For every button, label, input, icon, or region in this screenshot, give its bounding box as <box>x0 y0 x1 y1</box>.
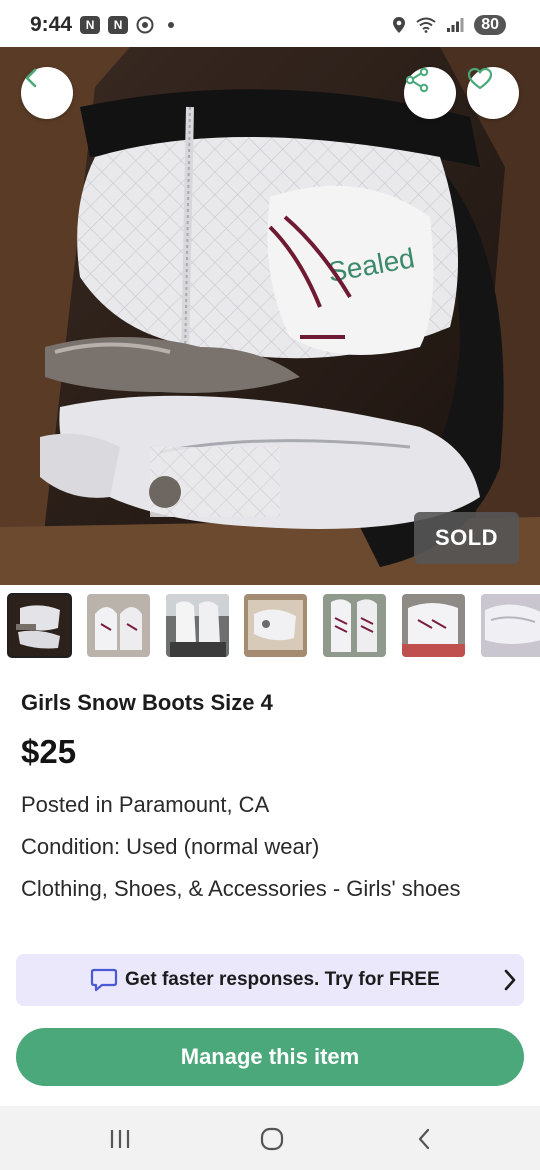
battery-indicator: 80 <box>474 15 506 35</box>
thumbnail-2[interactable] <box>87 594 150 657</box>
chrome-icon <box>136 16 154 34</box>
system-nav-bar <box>0 1106 540 1170</box>
thumbnail-1[interactable] <box>7 593 72 658</box>
status-left: 9:44 N N <box>30 13 175 37</box>
thumbnail-4[interactable] <box>244 594 307 657</box>
status-right: 80 <box>392 15 506 35</box>
thumbnail-5[interactable] <box>323 594 386 657</box>
status-bar: 9:44 N N 80 <box>0 0 540 50</box>
listing-condition: Condition: Used (normal wear) <box>21 834 320 859</box>
favorite-button[interactable] <box>467 67 519 119</box>
recent-apps-button[interactable] <box>100 1124 140 1154</box>
promo-text: Get faster responses. Try for FREE <box>125 969 440 990</box>
recent-apps-icon <box>110 1130 130 1148</box>
chevron-right-icon <box>504 969 516 991</box>
notification-icon: N <box>108 16 129 34</box>
thumbnail-7[interactable] <box>481 594 540 657</box>
home-icon <box>260 1127 284 1151</box>
heart-icon <box>467 67 493 90</box>
listing-title: Girls Snow Boots Size 4 <box>21 690 273 715</box>
listing-location: Posted in Paramount, CA <box>21 792 270 817</box>
back-button[interactable] <box>21 67 73 119</box>
listing-price: $25 <box>21 733 77 770</box>
promo-banner[interactable]: Get faster responses. Try for FREE <box>16 954 524 1006</box>
thumbnail-strip[interactable] <box>0 593 540 659</box>
thumbnail-3[interactable] <box>166 594 229 657</box>
more-notifications-dot <box>168 22 175 28</box>
sold-badge: SOLD <box>414 512 519 564</box>
signal-icon <box>447 18 464 32</box>
share-icon <box>405 67 429 93</box>
location-icon <box>393 17 406 33</box>
product-photo-illustration: Sealed <box>0 47 540 585</box>
back-arrow-icon <box>418 1128 430 1150</box>
wifi-icon <box>416 17 436 33</box>
share-button[interactable] <box>404 67 456 119</box>
listing-category: Clothing, Shoes, & Accessories - Girls' … <box>21 876 461 901</box>
manage-item-button[interactable]: Manage this item <box>16 1028 524 1086</box>
home-button[interactable] <box>252 1124 292 1154</box>
status-time: 9:44 <box>30 13 73 36</box>
notification-icon: N <box>80 16 101 34</box>
chevron-left-icon <box>25 68 37 88</box>
thumbnail-6[interactable] <box>402 594 465 657</box>
product-photo[interactable]: Sealed SOLD <box>0 47 540 585</box>
chat-bubble-icon <box>90 968 118 992</box>
system-back-button[interactable] <box>404 1124 444 1154</box>
